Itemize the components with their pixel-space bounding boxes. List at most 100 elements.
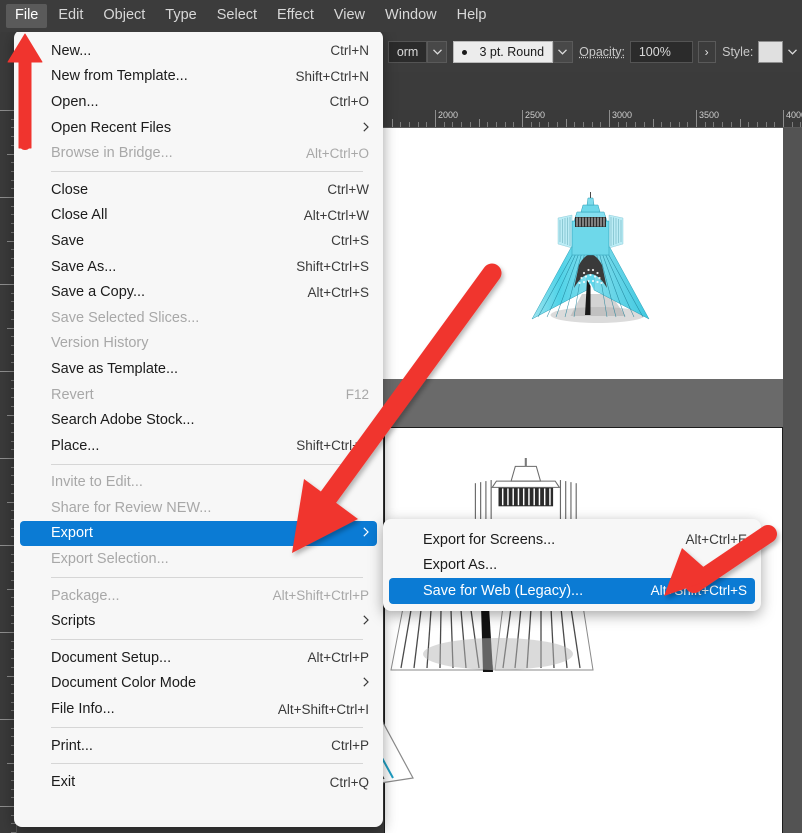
- ruler-tick: [495, 122, 497, 127]
- file-menu-item-document-setup[interactable]: Document Setup... Alt+Ctrl+P: [14, 645, 383, 671]
- menubar-item-window[interactable]: Window: [376, 4, 446, 28]
- file-menu-item-save-a-copy[interactable]: Save a Copy... Alt+Ctrl+S: [14, 279, 383, 305]
- file-menu-item-save-as[interactable]: Save As... Shift+Ctrl+S: [14, 254, 383, 280]
- ruler-tick: [504, 122, 506, 127]
- ruler-tick: [591, 122, 593, 127]
- style-swatch[interactable]: [758, 41, 783, 63]
- ruler-tick-label: 3500: [699, 110, 720, 120]
- menubar-item-help[interactable]: Help: [448, 4, 496, 28]
- chevron-right-icon: [363, 615, 369, 627]
- file-menu-item-close-all[interactable]: Close All Alt+Ctrl+W: [14, 203, 383, 229]
- ruler-tick: [539, 122, 541, 127]
- menu-item-accelerator: Ctrl+P: [331, 738, 369, 754]
- ruler-tick-label: 2000: [438, 110, 459, 120]
- menu-item-accelerator: Alt+Shift+Ctrl+I: [277, 701, 369, 717]
- file-menu-item-document-color-mode[interactable]: Document Color Mode: [14, 671, 383, 697]
- ruler-tick: [582, 122, 584, 127]
- opacity-input[interactable]: 100%: [629, 41, 693, 63]
- file-menu-item-place[interactable]: Place... Shift+Ctrl+P: [14, 433, 383, 459]
- brush-definition-field[interactable]: 3 pt. Round: [453, 41, 554, 63]
- ruler-tick-label: 3000: [612, 110, 633, 120]
- menu-item-label: Export As...: [423, 557, 498, 574]
- menubar-item-type[interactable]: Type: [156, 4, 205, 28]
- menubar-item-file[interactable]: File: [6, 4, 48, 28]
- ruler-tick: [730, 122, 732, 127]
- opacity-label: Opacity:: [579, 45, 626, 59]
- menu-item-accelerator: Ctrl+S: [331, 233, 369, 249]
- menu-item-label: Revert: [51, 386, 94, 403]
- canvas-right-band: [783, 128, 802, 833]
- menu-item-accelerator: Ctrl+O: [329, 94, 369, 110]
- export-submenu-item-export-as[interactable]: Export As...: [383, 553, 761, 579]
- file-menu-item-file-info[interactable]: File Info... Alt+Shift+Ctrl+I: [14, 696, 383, 722]
- menu-item-label: File Info...: [51, 701, 115, 718]
- menu-item-label: Export: [51, 525, 93, 542]
- style-dropdown-caret[interactable]: [782, 41, 802, 63]
- menu-item-accelerator: Shift+Ctrl+P: [296, 438, 369, 454]
- ruler-tick: [704, 122, 706, 127]
- ruler-tick: [408, 122, 410, 127]
- file-menu-item-print[interactable]: Print... Ctrl+P: [14, 733, 383, 759]
- export-submenu-item-export-for-screens[interactable]: Export for Screens... Alt+Ctrl+E: [383, 527, 761, 553]
- ruler-tick: [548, 122, 550, 127]
- file-menu-item-search-adobe-stock[interactable]: Search Adobe Stock...: [14, 407, 383, 433]
- menubar-item-select[interactable]: Select: [208, 4, 266, 28]
- file-menu-item-save[interactable]: Save Ctrl+S: [14, 228, 383, 254]
- file-menu-item-new-from-template[interactable]: New from Template... Shift+Ctrl+N: [14, 64, 383, 90]
- file-menu-item-export[interactable]: Export: [20, 520, 377, 547]
- menu-item-label: Place...: [51, 437, 100, 454]
- file-menu-item-invite-to-edit: Invite to Edit...: [14, 470, 383, 496]
- file-menu-item-exit[interactable]: Exit Ctrl+Q: [14, 769, 383, 795]
- export-submenu-item-save-for-web-legacy[interactable]: Save for Web (Legacy)... Alt+Shift+Ctrl+S: [389, 578, 755, 604]
- menu-item-accelerator: F12: [345, 387, 369, 403]
- menubar-item-effect[interactable]: Effect: [268, 4, 323, 28]
- menu-item-label: Open Recent Files: [51, 119, 172, 136]
- ruler-tick: [530, 122, 532, 127]
- file-menu-item-export-selection: Export Selection...: [14, 546, 383, 572]
- menu-item-accelerator: Alt+Ctrl+S: [307, 284, 369, 300]
- file-menu-item-revert: Revert F12: [14, 382, 383, 408]
- export-submenu[interactable]: Export for Screens... Alt+Ctrl+E Export As…: [383, 519, 761, 611]
- ruler-tick: [391, 119, 393, 127]
- ruler-tick: [722, 122, 724, 127]
- file-menu-item-close[interactable]: Close Ctrl+W: [14, 177, 383, 203]
- menu-item-accelerator: Ctrl+N: [330, 43, 369, 59]
- horizontal-ruler[interactable]: 2000 2500 3000 3500 4000: [383, 110, 802, 128]
- file-menu-item-new[interactable]: New... Ctrl+N: [14, 38, 383, 64]
- menu-item-label: Document Color Mode: [51, 675, 197, 692]
- menu-item-label: Share for Review NEW...: [51, 499, 212, 516]
- profile-field[interactable]: orm: [387, 41, 428, 63]
- ruler-tick: [469, 122, 471, 127]
- brush-dropdown-caret[interactable]: [553, 41, 573, 63]
- ruler-tick-label: 2500: [525, 110, 546, 120]
- file-dropdown-menu[interactable]: New... Ctrl+N New from Template... Shift+Ct…: [14, 30, 383, 827]
- ruler-tick: [678, 122, 680, 127]
- chevron-right-icon: [363, 527, 369, 539]
- file-menu-item-save-selected-slices: Save Selected Slices...: [14, 305, 383, 331]
- profile-dropdown-caret[interactable]: [427, 41, 448, 63]
- menu-item-label: New from Template...: [51, 68, 188, 85]
- file-menu-item-scripts[interactable]: Scripts: [14, 608, 383, 634]
- file-menu-item-open[interactable]: Open... Ctrl+O: [14, 89, 383, 115]
- ruler-tick: [626, 122, 628, 127]
- ruler-tick: [400, 122, 402, 127]
- menubar-item-view[interactable]: View: [325, 4, 374, 28]
- style-label: Style:: [722, 45, 754, 59]
- menu-item-label: Save a Copy...: [51, 284, 146, 301]
- brush-dot-icon: [462, 49, 468, 55]
- menu-item-label: Document Setup...: [51, 649, 172, 666]
- ruler-major-tick: 4000: [783, 110, 802, 127]
- file-menu-item-open-recent-files[interactable]: Open Recent Files: [14, 115, 383, 141]
- menu-item-label: Package...: [51, 587, 120, 604]
- ruler-tick: [452, 122, 454, 127]
- ruler-tick: [643, 122, 645, 127]
- menubar-item-object[interactable]: Object: [94, 4, 154, 28]
- menubar-item-edit[interactable]: Edit: [49, 4, 92, 28]
- menu-item-label: Close All: [51, 207, 108, 224]
- opacity-more-button[interactable]: ›: [697, 41, 716, 63]
- menu-item-accelerator: Alt+Ctrl+O: [305, 145, 369, 161]
- brush-definition-label: 3 pt. Round: [479, 45, 545, 59]
- file-menu-item-save-as-template[interactable]: Save as Template...: [14, 356, 383, 382]
- ruler-major-tick: 3500: [696, 110, 719, 127]
- document-canvas[interactable]: [383, 128, 802, 833]
